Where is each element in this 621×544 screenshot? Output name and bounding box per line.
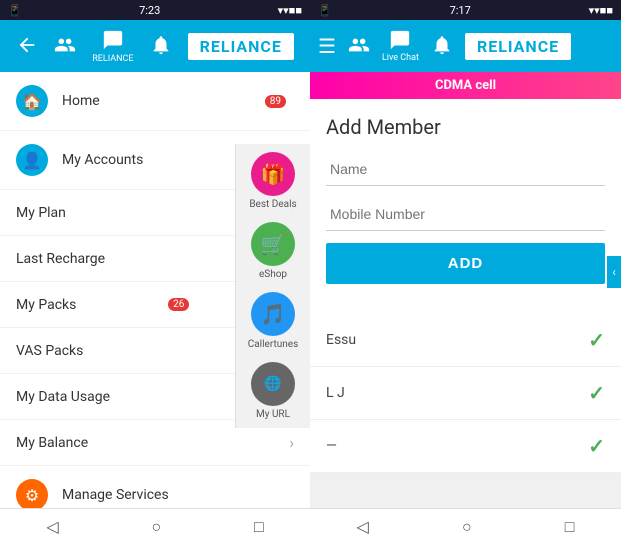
packs-badge: 26 [168,298,189,311]
r-live-chat-label: Live Chat [382,53,419,63]
reliance-logo-left: RELIANCE [188,33,294,60]
chat-icon-btn[interactable]: RELIANCE [92,29,133,64]
left-panel: 📱 7:23 ▾▾■■ RELIANCE RELIANCE [0,0,310,544]
member-row-0: Essu ✓ [310,314,621,367]
right-status-icons: ▾▾■■ [589,4,613,17]
hamburger-menu[interactable]: ☰ [318,34,336,58]
eshop-icon: 🛒 [251,222,295,266]
nav-label-last-recharge: Last Recharge [16,251,105,267]
home-nav-btn[interactable]: ○ [139,513,173,541]
right-shortcuts-panel: 🎁 Best Deals 🛒 eShop 🎵 Callertunes 🌐 My … [235,144,310,428]
right-status-time: 7:17 [450,4,471,17]
nav-label-my-packs: My Packs [16,297,76,313]
manage-services-icon: ⚙ [16,479,48,508]
profile-icon-btn[interactable] [54,34,76,58]
left-top-bar: RELIANCE RELIANCE [0,20,310,72]
recents-nav-btn[interactable]: □ [242,513,276,541]
r-chat-icon-btn[interactable]: Live Chat [382,29,419,63]
check-icon-0: ✓ [588,328,605,352]
live-chat-label: RELIANCE [92,54,133,64]
member-row-1: L J ✓ [310,367,621,420]
bell-icon-btn[interactable] [150,34,172,58]
member-row-2: — ✓ [310,420,621,473]
name-input[interactable] [326,153,605,186]
add-member-title: Add Member [326,115,605,139]
member-name-2: — [326,438,337,454]
mobile-input[interactable] [326,198,605,231]
nav-label-my-balance: My Balance [16,435,88,451]
add-member-section: Add Member ADD [310,99,621,314]
callertunes-icon: 🎵 [251,292,295,336]
shortcut-label-callertunes: Callertunes [248,339,299,350]
check-icon-1: ✓ [588,381,605,405]
shortcut-my-url[interactable]: 🌐 My URL [251,362,295,420]
r-home-nav-btn[interactable]: ○ [450,513,484,541]
nav-item-home[interactable]: 🏠 Home 89 [0,72,310,131]
left-status-bar: 📱 7:23 ▾▾■■ [0,0,310,20]
r-profile-icon-btn[interactable] [348,34,370,58]
nav-label-home: Home [62,93,100,109]
shortcut-callertunes[interactable]: 🎵 Callertunes [248,292,299,350]
members-list: Essu ✓ L J ✓ — ✓ [310,314,621,473]
nav-label-my-data-usage: My Data Usage [16,389,110,405]
back-nav-btn[interactable]: ◁ [34,513,70,540]
r-recents-nav-btn[interactable]: □ [553,513,587,541]
collapse-button[interactable]: ‹ [607,256,621,288]
r-back-nav-btn[interactable]: ◁ [345,513,381,540]
left-bottom-nav: ◁ ○ □ [0,508,310,544]
right-status-bar: 📱 7:17 ▾▾■■ [310,0,621,20]
right-bottom-nav: ◁ ○ □ [310,508,621,544]
shortcut-label-eshop: eShop [259,269,287,280]
best-deals-icon: 🎁 [251,152,295,196]
nav-item-manage-services[interactable]: ⚙ Manage Services [0,466,310,508]
member-name-0: Essu [326,332,356,348]
shortcut-label-best-deals: Best Deals [249,199,296,210]
nav-label-my-accounts: My Accounts [62,152,143,168]
right-panel: 📱 7:17 ▾▾■■ ☰ Live Chat RELIANCE CDMA ce… [310,0,621,544]
shortcut-best-deals[interactable]: 🎁 Best Deals [249,152,296,210]
my-url-icon: 🌐 [251,362,295,406]
reliance-logo-right: RELIANCE [465,33,571,60]
nav-label-vas-packs: VAS Packs [16,343,83,359]
nav-label-manage-services: Manage Services [62,487,169,503]
right-top-bar: ☰ Live Chat RELIANCE [310,20,621,72]
home-icon: 🏠 [16,85,48,117]
left-status-left: 📱 [8,4,22,17]
member-name-1: L J [326,385,345,401]
check-icon-2: ✓ [588,434,605,458]
home-badge: 89 [265,95,286,108]
chevron-icon-balance: › [289,433,294,452]
right-status-left: 📱 [318,4,332,17]
accounts-icon: 👤 [16,144,48,176]
left-status-icons: ▾▾■■ [278,4,302,17]
cdma-banner: CDMA cell [310,72,621,99]
nav-label-my-plan: My Plan [16,205,66,221]
left-status-time: 7:23 [139,4,160,17]
back-button[interactable] [16,34,38,58]
shortcut-eshop[interactable]: 🛒 eShop [251,222,295,280]
shortcut-label-my-url: My URL [256,409,290,420]
add-button[interactable]: ADD [326,243,605,284]
r-bell-icon-btn[interactable] [431,34,453,58]
right-content: CDMA cell Add Member ADD Essu ✓ L J ✓ — … [310,72,621,508]
